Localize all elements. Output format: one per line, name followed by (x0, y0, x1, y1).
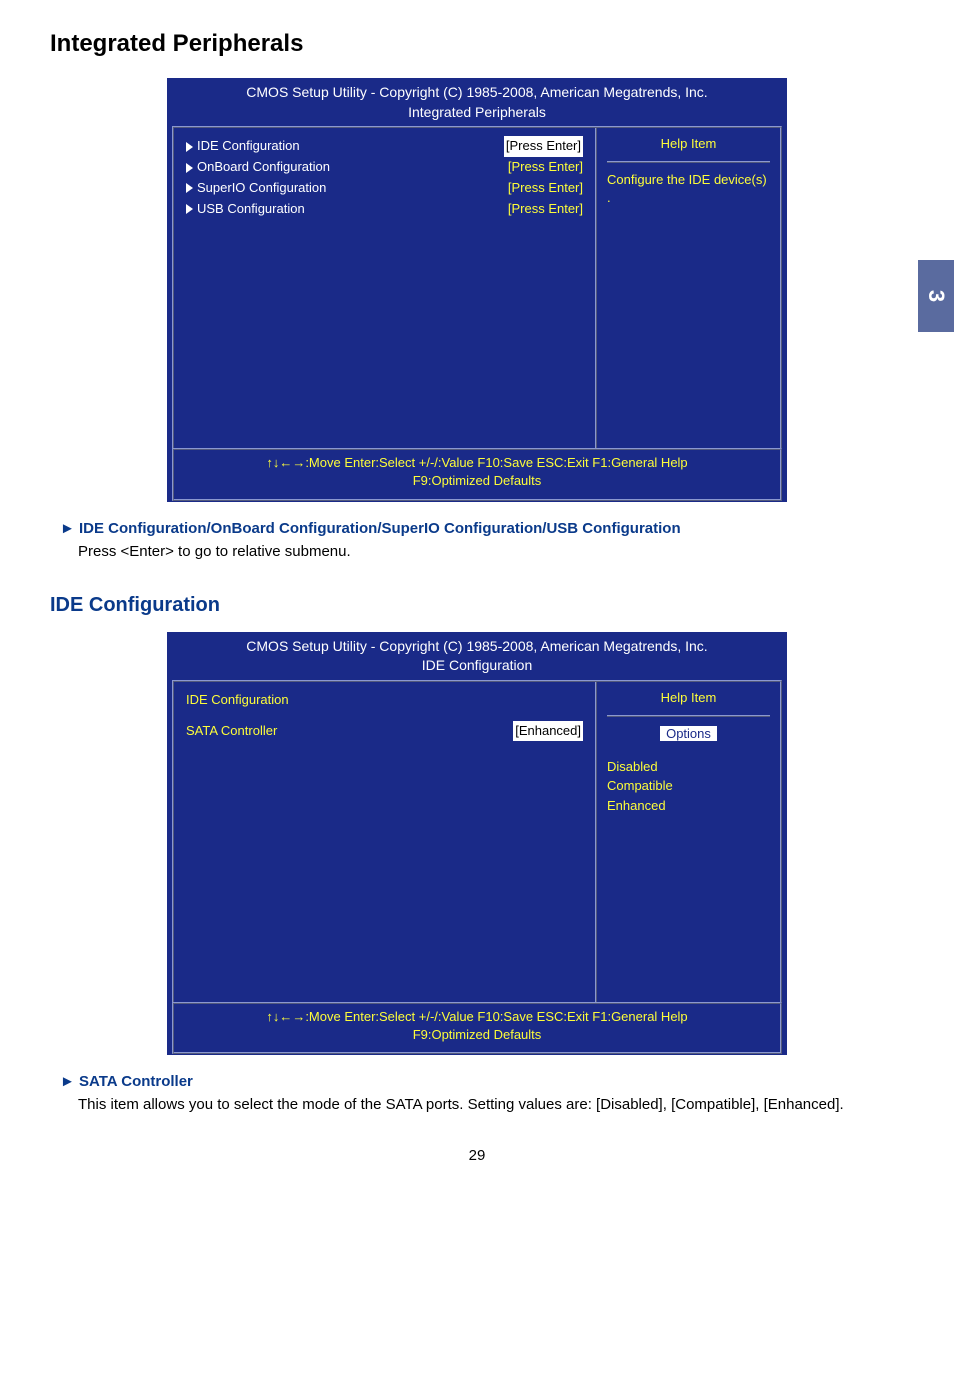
chevron-right-icon (186, 183, 193, 193)
options-list: Disabled Compatible Enhanced (607, 757, 770, 816)
bios-item-value: [Press Enter] (508, 157, 583, 178)
bios-item-value: [Press Enter] (508, 178, 583, 199)
help-title: Help Item (607, 136, 770, 151)
note-heading: ► SATA Controller (60, 1073, 894, 1090)
page-title: Integrated Peripherals (50, 30, 904, 58)
side-tab: 3 (918, 260, 954, 332)
note-body: Press <Enter> to go to relative submenu. (60, 540, 894, 564)
footer-line2: F9:Optimized Defaults (413, 473, 542, 488)
footer-line1: ↑↓←→:Move Enter:Select +/-/:Value F10:Sa… (266, 1009, 687, 1024)
bios-ide-configuration: CMOS Setup Utility - Copyright (C) 1985-… (167, 632, 787, 1056)
bios-item-value: [Enhanced] (513, 721, 583, 742)
bios-help-panel: Help Item Configure the IDE device(s) . (595, 128, 780, 448)
bios-item-usb-configuration[interactable]: USB Configuration [Press Enter] (186, 199, 583, 220)
note-body: This item allows you to select the mode … (60, 1093, 894, 1117)
bios-item-onboard-configuration[interactable]: OnBoard Configuration [Press Enter] (186, 157, 583, 178)
chevron-right-icon (186, 142, 193, 152)
bios-item-ide-configuration[interactable]: IDE Configuration [Press Enter] (186, 136, 583, 157)
bios-item-value: [Press Enter] (508, 199, 583, 220)
bios-title-line1: CMOS Setup Utility - Copyright (C) 1985-… (246, 638, 707, 654)
bios-title-line1: CMOS Setup Utility - Copyright (C) 1985-… (246, 84, 707, 100)
footer-line2: F9:Optimized Defaults (413, 1027, 542, 1042)
bios-footer: ↑↓←→:Move Enter:Select +/-/:Value F10:Sa… (172, 1002, 782, 1054)
note-heading: ► IDE Configuration/OnBoard Configuratio… (60, 520, 894, 537)
side-tab-text: 3 (923, 290, 949, 302)
note-ide-configuration: ► IDE Configuration/OnBoard Configuratio… (60, 520, 894, 564)
section-header-ide-config: IDE Configuration (186, 690, 583, 711)
bios-integrated-peripherals: CMOS Setup Utility - Copyright (C) 1985-… (167, 78, 787, 502)
footer-line1: ↑↓←→:Move Enter:Select +/-/:Value F10:Sa… (266, 455, 687, 470)
option-item: Enhanced (607, 796, 770, 816)
help-body: Configure the IDE device(s) . (607, 171, 770, 207)
bios-item-sata-controller[interactable]: SATA Controller [Enhanced] (186, 721, 583, 742)
section-title-ide: IDE Configuration (50, 594, 904, 617)
option-item: Compatible (607, 776, 770, 796)
chevron-right-icon (186, 204, 193, 214)
options-label: Options (660, 726, 717, 741)
bios-item-superio-configuration[interactable]: SuperIO Configuration [Press Enter] (186, 178, 583, 199)
bios-left-panel: IDE Configuration SATA Controller [Enhan… (174, 682, 595, 1002)
option-item: Disabled (607, 757, 770, 777)
bios-title: CMOS Setup Utility - Copyright (C) 1985-… (168, 633, 786, 680)
page-number: 29 (50, 1147, 904, 1164)
bios-item-value: [Press Enter] (504, 136, 583, 157)
bios-left-panel: IDE Configuration [Press Enter] OnBoard … (174, 128, 595, 448)
bios-title-line2: IDE Configuration (422, 657, 533, 673)
bios-title: CMOS Setup Utility - Copyright (C) 1985-… (168, 79, 786, 126)
bios-title-line2: Integrated Peripherals (408, 104, 546, 120)
help-title: Help Item (607, 690, 770, 705)
chevron-right-icon (186, 163, 193, 173)
bios-footer: ↑↓←→:Move Enter:Select +/-/:Value F10:Sa… (172, 448, 782, 500)
note-sata-controller: ► SATA Controller This item allows you t… (60, 1073, 894, 1117)
bios-help-panel: Help Item Options Disabled Compatible En… (595, 682, 780, 1002)
